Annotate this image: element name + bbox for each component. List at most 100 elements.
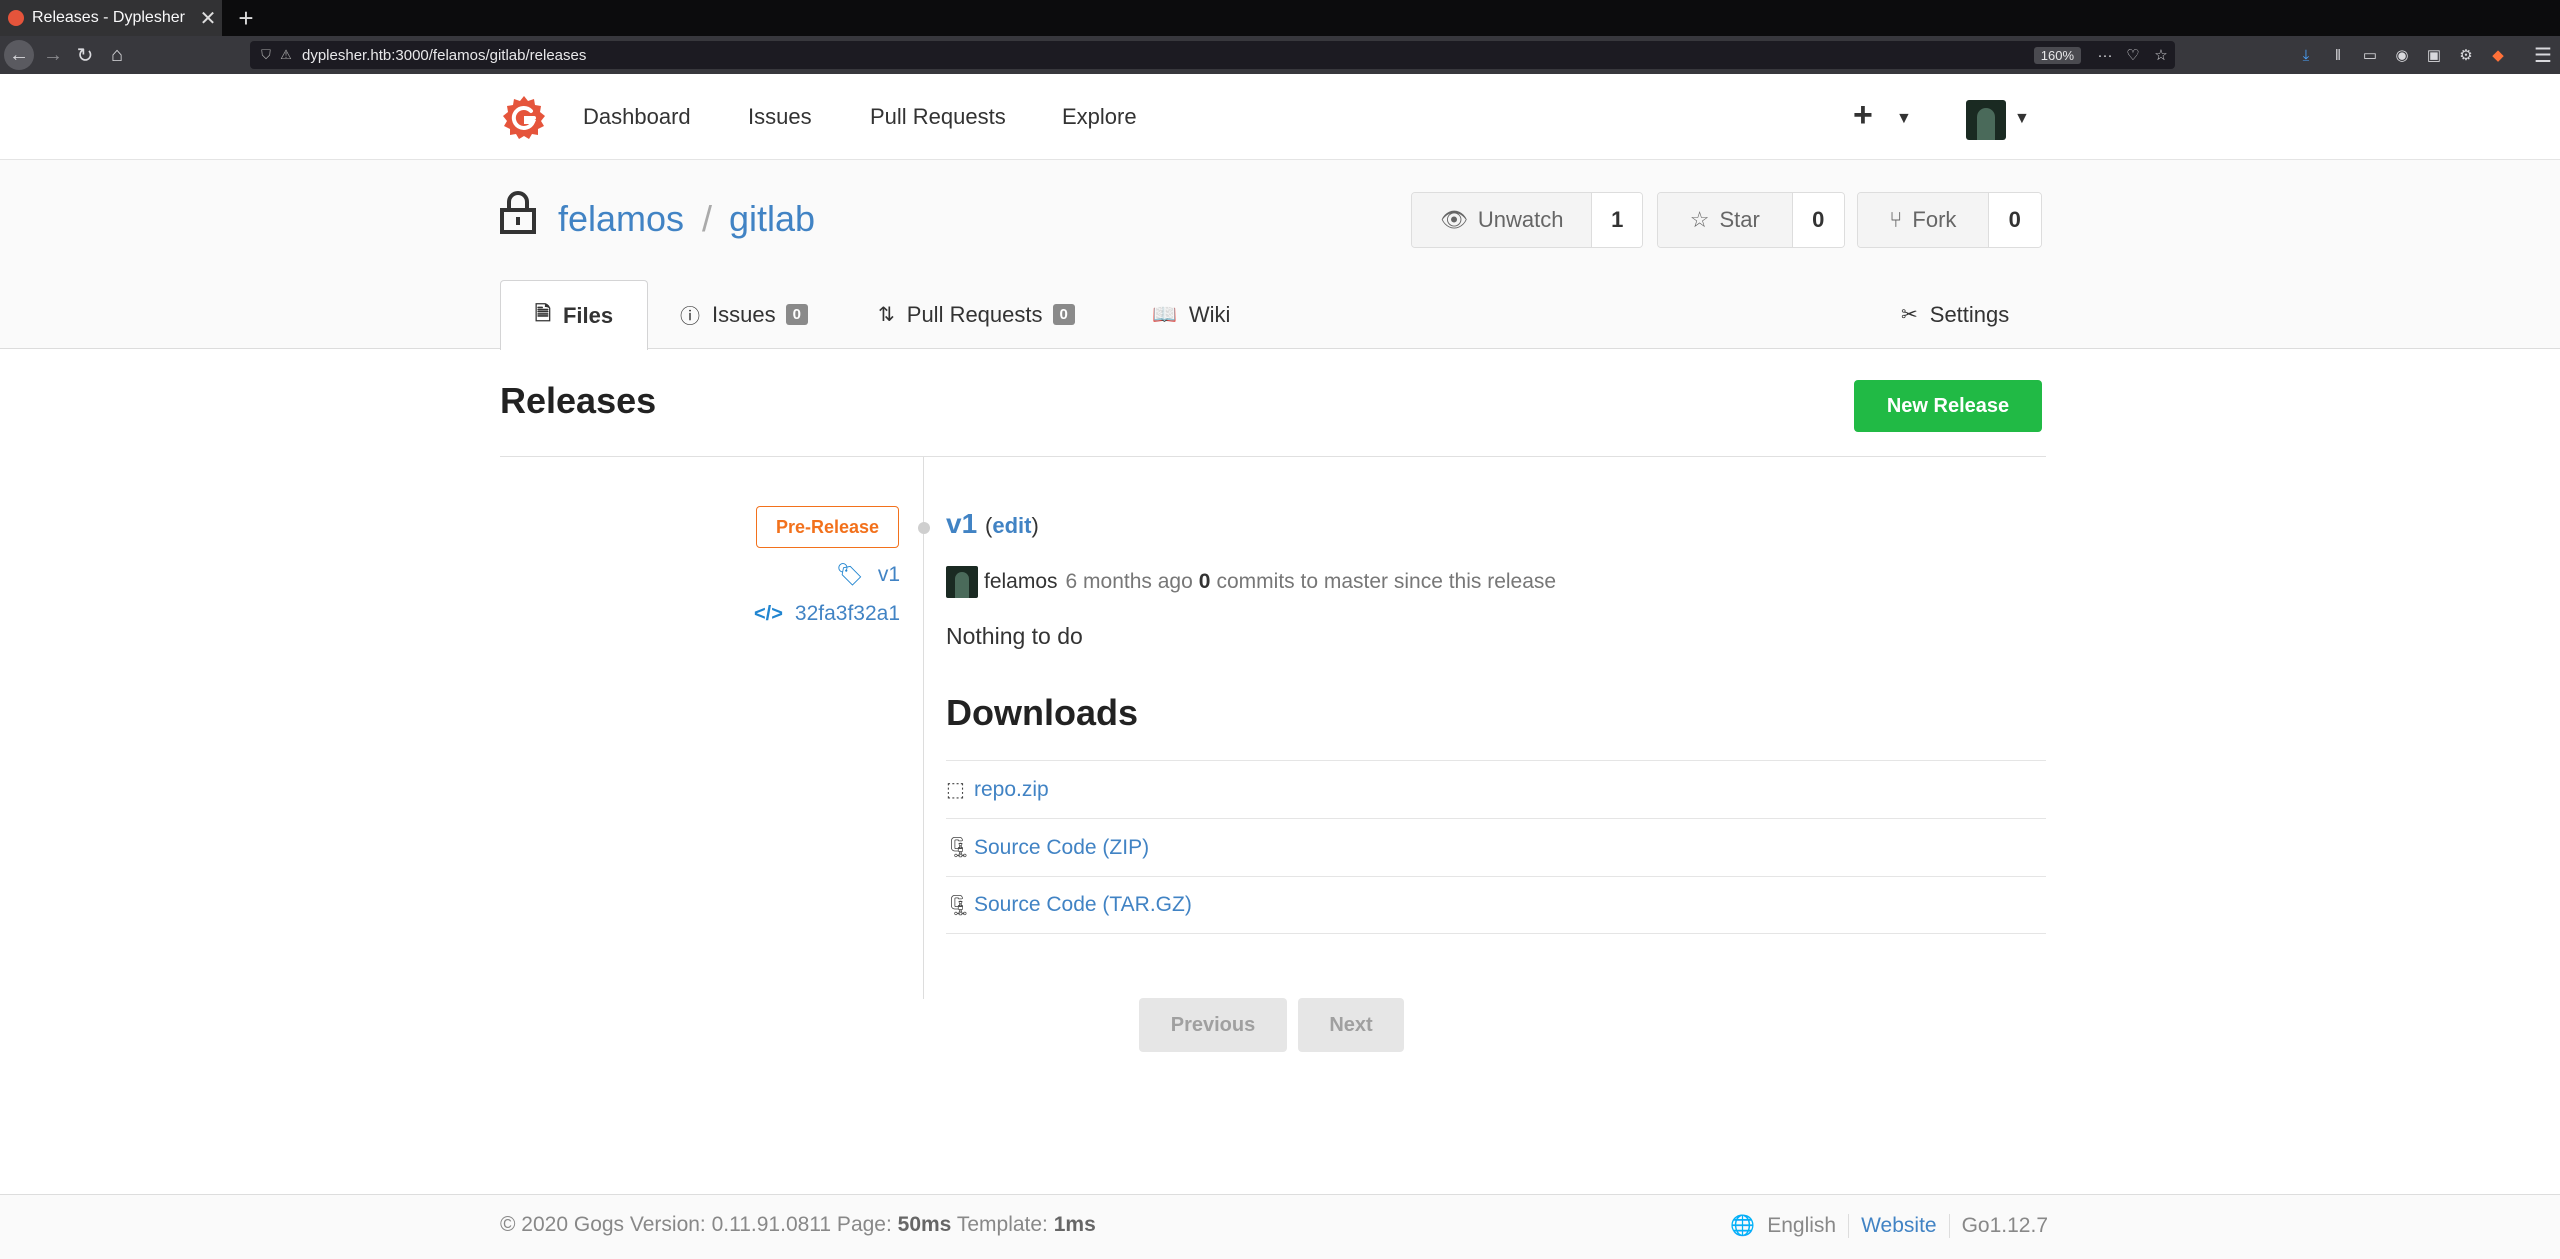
gogs-logo-icon[interactable]: [500, 94, 548, 142]
footer-copyright: © 2020 Gogs Version: 0.11.91.0811 Page:: [500, 1213, 892, 1236]
tab-issues-label: Issues: [712, 301, 776, 327]
new-release-button[interactable]: New Release: [1854, 380, 2042, 432]
release-title-link[interactable]: v1: [946, 508, 977, 540]
edit-close-paren: ): [1031, 513, 1039, 538]
footer-divider: [1848, 1213, 1850, 1238]
release-meta: felamos 6 months ago 0 commits to master…: [946, 566, 1556, 598]
release-tag-link[interactable]: 🏷 v1: [836, 562, 900, 588]
user-avatar[interactable]: [1966, 100, 2006, 140]
hamburger-menu-icon[interactable]: ☰: [2528, 40, 2558, 70]
tab-files[interactable]: 🗎 Files: [500, 280, 648, 350]
author-avatar[interactable]: [946, 566, 978, 598]
download-source-zip[interactable]: 🗜 Source Code (ZIP): [946, 818, 2046, 876]
release-tag-label: v1: [877, 563, 900, 586]
bookmark-star-icon[interactable]: ☆: [2147, 46, 2175, 64]
tools-icon: ✂: [1901, 304, 1918, 326]
nav-dashboard[interactable]: Dashboard: [583, 104, 691, 130]
home-icon[interactable]: ⌂: [102, 40, 132, 70]
close-tab-icon[interactable]: ✕: [194, 6, 222, 31]
download-label[interactable]: Source Code (ZIP): [974, 836, 1149, 860]
issue-opened-icon: ⓘ: [680, 306, 700, 328]
create-dropdown-chevron-icon[interactable]: ▼: [1896, 110, 1912, 128]
site-info-icon[interactable]: ⚠: [276, 47, 296, 63]
fork-label: Fork: [1912, 207, 1957, 232]
footer-page-time: 50ms: [897, 1213, 952, 1236]
extension-fox-icon[interactable]: ◆: [2482, 40, 2514, 70]
page-actions-icon[interactable]: ···: [2091, 47, 2119, 64]
globe-icon: 🌐: [1730, 1215, 1756, 1237]
forks-count[interactable]: 0: [1988, 193, 2041, 247]
account-icon[interactable]: ◉: [2386, 40, 2418, 70]
fork-button-group: ⑂ Fork 0: [1857, 192, 2042, 248]
downloads-icon[interactable]: ⤓: [2290, 40, 2322, 70]
browser-tab[interactable]: Releases - Dyplesher ✕: [0, 0, 222, 36]
unwatch-button[interactable]: 👁 Unwatch: [1412, 193, 1593, 247]
package-icon: ⬚: [946, 779, 965, 801]
footer-links: 🌐 English Website Go1.12.7: [1730, 1213, 2048, 1238]
release-timeline: [923, 457, 924, 999]
tab-pull-requests[interactable]: ⇅ Pull Requests 0: [878, 280, 1075, 349]
repo-owner-link[interactable]: felamos: [558, 198, 684, 240]
eye-icon: 👁: [1439, 207, 1468, 232]
commits-since-text: commits to master since this release: [1216, 570, 1557, 593]
tab-files-label: Files: [562, 302, 614, 328]
issues-count-badge: 0: [785, 304, 808, 325]
fork-icon: ⑂: [1889, 207, 1903, 232]
library-icon[interactable]: ‖: [2322, 40, 2354, 70]
nav-issues[interactable]: Issues: [748, 104, 812, 130]
browser-nav-bar: ← → ↻ ⌂ ⛉ ⚠ dyplesher.htb:3000/felamos/g…: [0, 36, 2560, 74]
tab-wiki-label: Wiki: [1188, 301, 1231, 327]
release-edit-link[interactable]: edit: [992, 513, 1031, 538]
extension-gear-icon[interactable]: ⚙: [2450, 40, 2482, 70]
pulls-count-badge: 0: [1052, 304, 1075, 325]
reload-icon[interactable]: ↻: [70, 40, 100, 70]
repo-name-link[interactable]: gitlab: [729, 198, 815, 240]
release-commit-link[interactable]: </> 32fa3f32a1: [754, 602, 900, 626]
tab-settings[interactable]: ✂ Settings: [1901, 280, 2009, 349]
go-version: Go1.12.7: [1961, 1213, 2048, 1237]
nav-pull-requests[interactable]: Pull Requests: [870, 104, 1006, 130]
file-zip-icon: 🗜: [946, 894, 972, 917]
next-page-button[interactable]: Next: [1298, 998, 1404, 1052]
star-button[interactable]: ☆ Star: [1658, 193, 1793, 247]
browser-tab-title: Releases - Dyplesher: [32, 9, 185, 26]
release-timeline-dot: [918, 522, 930, 534]
star-label: Star: [1719, 207, 1760, 232]
pocket-icon[interactable]: ♡: [2119, 46, 2147, 64]
release-edit-wrapper: (edit): [985, 513, 1039, 539]
new-tab-button[interactable]: +: [228, 0, 264, 36]
release-note: Nothing to do: [946, 623, 1083, 649]
language-selector[interactable]: English: [1767, 1214, 1836, 1238]
tracking-shield-icon[interactable]: ⛉: [256, 47, 276, 63]
forward-arrow-icon[interactable]: →: [38, 40, 68, 70]
download-source-targz[interactable]: 🗜 Source Code (TAR.GZ): [946, 876, 2046, 934]
gogs-favicon-icon: [8, 10, 24, 26]
nav-explore[interactable]: Explore: [1062, 104, 1137, 130]
create-new-button[interactable]: +: [1853, 96, 1873, 135]
extension-save-icon[interactable]: ▣: [2418, 40, 2450, 70]
star-button-group: ☆ Star 0: [1657, 192, 1845, 248]
footer-divider: [1948, 1213, 1950, 1238]
sidebar-icon[interactable]: ▭: [2354, 40, 2386, 70]
page-title: Releases: [500, 380, 657, 421]
website-link[interactable]: Website: [1861, 1214, 1936, 1238]
back-arrow-icon[interactable]: ←: [4, 40, 34, 70]
zoom-level[interactable]: 160%: [2033, 46, 2081, 64]
unwatch-label: Unwatch: [1477, 207, 1564, 232]
download-repo-zip[interactable]: ⬚ repo.zip: [946, 760, 2046, 818]
user-menu-chevron-icon[interactable]: ▼: [2014, 110, 2030, 128]
tab-issues[interactable]: ⓘ Issues 0: [680, 280, 808, 349]
url-text[interactable]: dyplesher.htb:3000/felamos/gitlab/releas…: [302, 47, 2034, 64]
tab-wiki[interactable]: 📖 Wiki: [1152, 280, 1230, 349]
download-label[interactable]: Source Code (TAR.GZ): [974, 893, 1192, 917]
download-label[interactable]: repo.zip: [974, 778, 1049, 802]
watchers-count[interactable]: 1: [1592, 193, 1642, 247]
fork-button[interactable]: ⑂ Fork: [1858, 193, 1989, 247]
title-divider: [500, 456, 2046, 457]
footer-template-time: 1ms: [1053, 1213, 1096, 1236]
release-author-link[interactable]: felamos: [984, 570, 1058, 594]
stars-count[interactable]: 0: [1792, 193, 1844, 247]
toolbar-icons: ⤓ ‖ ▭ ◉ ▣ ⚙ ◆: [2290, 40, 2514, 70]
previous-page-button[interactable]: Previous: [1139, 998, 1287, 1052]
url-bar[interactable]: ⛉ ⚠ dyplesher.htb:3000/felamos/gitlab/re…: [250, 41, 2175, 69]
